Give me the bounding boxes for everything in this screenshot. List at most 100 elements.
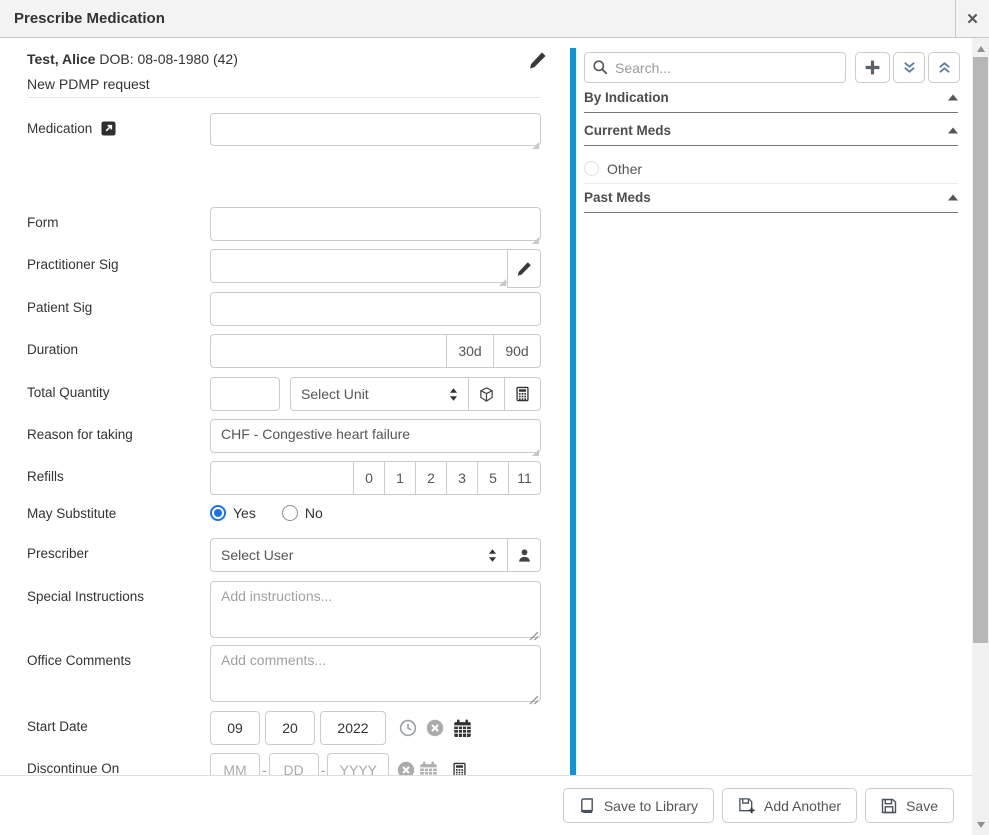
pencil-icon xyxy=(516,261,532,277)
form-field-wrap xyxy=(210,207,541,246)
add-medication-button[interactable] xyxy=(855,52,890,83)
other-radio[interactable] xyxy=(584,161,599,176)
plus-icon xyxy=(864,59,881,76)
duration-calculator-button[interactable] xyxy=(452,762,467,775)
current-meds-item-other[interactable]: Other xyxy=(584,154,958,184)
start-date-label: Start Date xyxy=(27,719,88,734)
practitioner-sig-label: Practitioner Sig xyxy=(27,257,119,272)
refills-1-button[interactable]: 1 xyxy=(384,461,416,495)
clear-start-date-button[interactable] xyxy=(426,719,444,737)
practitioner-sig-input[interactable] xyxy=(210,249,508,283)
search-input[interactable] xyxy=(584,52,846,83)
select-provider-button[interactable] xyxy=(507,538,541,572)
patient-sig-input[interactable] xyxy=(210,292,541,326)
refills-0-button[interactable]: 0 xyxy=(353,461,385,495)
cube-icon xyxy=(478,386,495,403)
start-date-row xyxy=(210,711,541,745)
close-button[interactable]: ✕ xyxy=(955,0,989,37)
patient-divider xyxy=(27,97,541,98)
patient-sig-wrap xyxy=(210,292,541,326)
clear-discontinue-button[interactable] xyxy=(397,761,415,775)
substitute-radio-group: Yes No xyxy=(210,505,541,521)
prescriber-label: Prescriber xyxy=(27,546,89,561)
save-button[interactable]: Save xyxy=(865,788,954,823)
caret-up-icon xyxy=(948,127,958,134)
refills-11-button[interactable]: 11 xyxy=(508,461,541,495)
duration-input[interactable] xyxy=(210,334,447,368)
calendar-icon xyxy=(419,761,438,776)
discontinue-calendar-button[interactable] xyxy=(419,761,438,776)
resize-grip-icon[interactable] xyxy=(499,279,506,286)
refills-2-button[interactable]: 2 xyxy=(415,461,447,495)
resize-grip-icon[interactable] xyxy=(529,631,539,641)
package-lookup-button[interactable] xyxy=(468,377,505,411)
scrollbar-thumb[interactable] xyxy=(973,57,988,643)
calculator-icon xyxy=(452,762,467,775)
radio-no[interactable] xyxy=(282,505,298,521)
resize-grip-icon[interactable] xyxy=(529,695,539,705)
total-quantity-row: Select Unit xyxy=(210,377,541,411)
substitute-no-option[interactable]: No xyxy=(282,505,323,521)
section-by-indication[interactable]: By Indication xyxy=(584,90,958,113)
office-comments-input[interactable] xyxy=(210,645,541,702)
add-another-button[interactable]: Add Another xyxy=(722,788,857,823)
medication-input[interactable] xyxy=(210,113,541,146)
resize-grip-icon[interactable] xyxy=(532,449,539,456)
search-field-wrap xyxy=(584,52,846,83)
section-current-meds[interactable]: Current Meds xyxy=(584,123,958,146)
start-date-calendar-button[interactable] xyxy=(453,719,472,738)
caret-up-icon xyxy=(948,194,958,201)
external-link-icon[interactable] xyxy=(101,121,116,136)
dialog-title: Prescribe Medication xyxy=(14,0,165,37)
reason-label: Reason for taking xyxy=(27,427,133,442)
prescriber-select[interactable]: Select User xyxy=(210,538,508,572)
refills-input[interactable] xyxy=(210,461,354,495)
quantity-calculator-button[interactable] xyxy=(504,377,541,411)
form-input[interactable] xyxy=(210,207,541,241)
start-day-input[interactable] xyxy=(265,711,315,745)
start-year-input[interactable] xyxy=(320,711,386,745)
discontinue-month-input[interactable] xyxy=(210,753,260,775)
edit-sig-button[interactable] xyxy=(507,249,541,288)
expand-all-button[interactable] xyxy=(893,52,925,83)
dialog-content: Test, Alice DOB: 08-08-1980 (42) New PDM… xyxy=(0,38,972,775)
floppy-disk-icon xyxy=(881,798,897,814)
calendar-icon xyxy=(453,719,472,738)
select-sort-icon xyxy=(449,388,458,401)
unit-select[interactable]: Select Unit xyxy=(290,377,469,411)
duration-30d-button[interactable]: 30d xyxy=(446,334,494,368)
section-past-meds[interactable]: Past Meds xyxy=(584,190,958,213)
pdmp-request-text: New PDMP request xyxy=(27,76,150,92)
discontinue-row: - - xyxy=(210,753,541,775)
special-instructions-label: Special Instructions xyxy=(27,589,144,604)
save-to-library-button[interactable]: Save to Library xyxy=(563,788,714,823)
patient-info: Test, Alice DOB: 08-08-1980 (42) xyxy=(27,51,238,67)
patient-sig-label: Patient Sig xyxy=(27,300,92,315)
start-month-input[interactable] xyxy=(210,711,260,745)
scroll-down-arrow[interactable] xyxy=(972,816,989,833)
date-separator: - xyxy=(262,762,267,775)
total-quantity-input[interactable] xyxy=(210,377,280,411)
substitute-yes-option[interactable]: Yes xyxy=(210,505,256,521)
scroll-up-arrow[interactable] xyxy=(972,40,989,57)
special-instructions-input[interactable] xyxy=(210,581,541,638)
resize-grip-icon[interactable] xyxy=(532,237,539,244)
patient-name: Test, Alice xyxy=(27,51,95,67)
dialog-footer: Save to Library Add Another Save xyxy=(0,775,972,835)
reason-input[interactable]: CHF - Congestive heart failure xyxy=(210,419,541,453)
discontinue-year-input[interactable] xyxy=(327,753,389,775)
resize-grip-icon[interactable] xyxy=(532,142,539,149)
refills-5-button[interactable]: 5 xyxy=(477,461,509,495)
discontinue-day-input[interactable] xyxy=(269,753,319,775)
refills-label: Refills xyxy=(27,469,64,484)
calculator-icon xyxy=(515,386,530,402)
vertical-scrollbar[interactable] xyxy=(972,38,989,835)
radio-yes[interactable] xyxy=(210,505,226,521)
collapse-all-button[interactable] xyxy=(928,52,960,83)
refills-3-button[interactable]: 3 xyxy=(446,461,478,495)
edit-patient-button[interactable] xyxy=(527,50,547,70)
office-comments-label: Office Comments xyxy=(27,653,131,668)
time-button[interactable] xyxy=(399,719,417,737)
duration-90d-button[interactable]: 90d xyxy=(493,334,541,368)
office-comments-wrap xyxy=(210,645,541,707)
